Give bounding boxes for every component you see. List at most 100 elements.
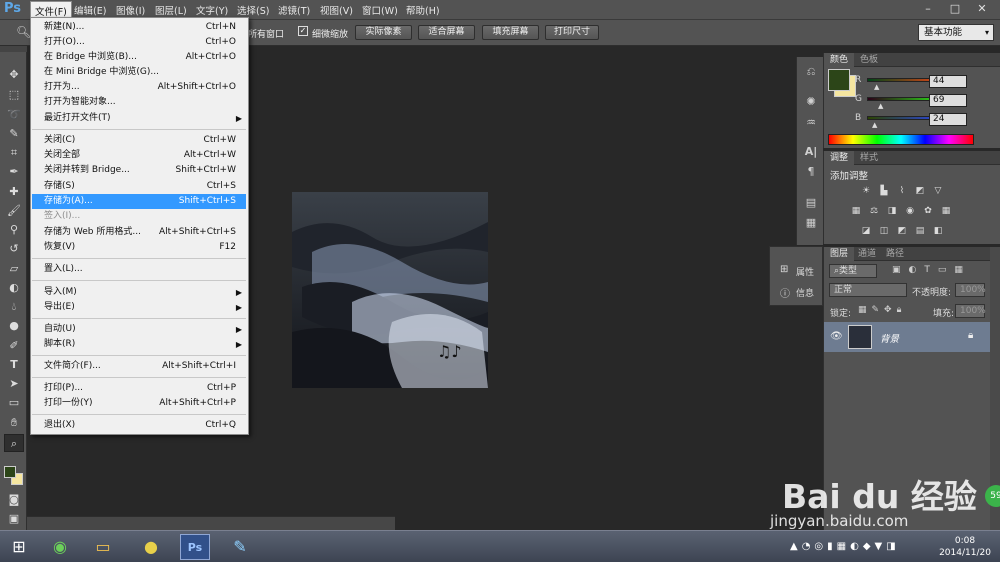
menu-window[interactable]: 窗口(W)	[362, 3, 398, 17]
menu-item-browse-bridge[interactable]: 在 Bridge 中浏览(B)... Alt+Ctrl+O	[32, 50, 246, 65]
visibility-eye-icon[interactable]: 👁︎	[830, 331, 843, 342]
menu-item-browse-mini-bridge[interactable]: 在 Mini Bridge 中浏览(G)...	[32, 65, 246, 80]
clone-stamp-tool-icon[interactable]: ⚲	[4, 221, 24, 239]
move-tool-icon[interactable]: ✥	[4, 66, 24, 84]
fit-screen-button[interactable]: 适合屏幕	[418, 25, 475, 40]
fill-input[interactable]: 100%	[955, 304, 986, 318]
lasso-tool-icon[interactable]: ➰	[4, 106, 24, 124]
menu-item-exit[interactable]: 退出(X) Ctrl+Q	[32, 418, 246, 433]
tab-styles[interactable]: 样式	[854, 151, 884, 165]
crop-tool-icon[interactable]: ⌗	[4, 144, 24, 162]
app-icon[interactable]: ●	[136, 534, 166, 560]
menu-item-open-as[interactable]: 打开为... Alt+Shift+Ctrl+O	[32, 80, 246, 95]
quick-mask-icon[interactable]: ◙	[4, 491, 24, 509]
black-white-icon[interactable]: ◨	[886, 206, 898, 217]
badge-icon[interactable]: 59	[985, 485, 1000, 507]
menu-item-close-all[interactable]: 关闭全部 Alt+Ctrl+W	[32, 148, 246, 163]
menu-filter[interactable]: 滤镜(T)	[278, 3, 310, 17]
notes-icon[interactable]: ▤	[801, 194, 821, 212]
menu-item-automate[interactable]: 自动(U) ▶	[32, 322, 246, 337]
color-spectrum-bar[interactable]	[828, 134, 974, 145]
shape-tool-icon[interactable]: ▭	[4, 394, 24, 412]
menu-item-recent-files[interactable]: 最近打开文件(T) ▶	[32, 111, 246, 126]
marquee-tool-icon[interactable]: ⬚	[4, 86, 24, 104]
healing-brush-tool-icon[interactable]: ✚	[4, 183, 24, 201]
fill-screen-button[interactable]: 填充屏幕	[482, 25, 539, 40]
gradient-map-icon[interactable]: ▤	[914, 226, 926, 237]
photo-filter-icon[interactable]: ◉	[904, 206, 916, 217]
character-icon[interactable]: A|	[801, 143, 821, 161]
menu-layer[interactable]: 图层(L)	[155, 3, 187, 17]
invert-icon[interactable]: ◪	[860, 226, 872, 237]
tab-swatches[interactable]: 色板	[854, 53, 884, 67]
g-value-input[interactable]: 69	[929, 94, 967, 107]
brush-tool-icon[interactable]: 🖌︎	[4, 202, 24, 220]
layer-name[interactable]: 背景	[880, 331, 899, 345]
paint-icon[interactable]: ✎	[225, 534, 255, 560]
menu-item-save[interactable]: 存储(S) Ctrl+S	[32, 179, 246, 194]
tab-adjustments[interactable]: 调整	[824, 151, 855, 165]
menu-image[interactable]: 图像(I)	[116, 3, 145, 17]
clone-source-icon[interactable]: ♒	[801, 114, 821, 132]
r-slider-thumb[interactable]: ▲	[874, 83, 879, 91]
menu-view[interactable]: 视图(V)	[320, 3, 353, 17]
menu-item-export[interactable]: 导出(E) ▶	[32, 300, 246, 315]
hand-tool-icon[interactable]: ✋︎	[4, 414, 24, 432]
menu-item-new[interactable]: 新建(N)... Ctrl+N	[32, 20, 246, 35]
layer-row-background[interactable]: 👁︎ 背景 🔒︎	[824, 322, 990, 352]
file-explorer-icon[interactable]: ▭	[88, 534, 118, 560]
quick-select-tool-icon[interactable]: ✎	[4, 125, 24, 143]
vibrance-icon[interactable]: ▽	[932, 186, 944, 197]
tray-clock[interactable]: 0:08 2014/11/20	[934, 535, 996, 559]
history-brush-tool-icon[interactable]: ↺	[4, 240, 24, 258]
info-label[interactable]: 信息	[796, 286, 814, 299]
pen-tool-icon[interactable]: ✐	[4, 337, 24, 355]
selective-color-icon[interactable]: ◧	[932, 226, 944, 237]
menu-item-import[interactable]: 导入(M) ▶	[32, 285, 246, 300]
tab-layers[interactable]: 图层	[824, 247, 855, 261]
blur-tool-icon[interactable]: 💧︎	[4, 298, 24, 316]
menu-item-open-smart-object[interactable]: 打开为智能对象...	[32, 95, 246, 110]
threshold-icon[interactable]: ◩	[896, 226, 908, 237]
menu-item-save-as[interactable]: 存储为(A)... Shift+Ctrl+S	[32, 194, 246, 209]
layer-filter-icons[interactable]: ▣◐T▭▦	[892, 265, 971, 275]
menu-item-print-one-copy[interactable]: 打印一份(Y) Alt+Shift+Ctrl+P	[32, 396, 246, 411]
tool-presets-icon[interactable]: ▦	[801, 214, 821, 232]
foreground-color-swatch[interactable]	[4, 466, 16, 478]
brush-preset-icon[interactable]: ✺	[801, 93, 821, 111]
b-value-input[interactable]: 24	[929, 113, 967, 126]
history-icon[interactable]: ⎌	[801, 63, 821, 81]
lock-icons[interactable]: ▦✎✥🔒︎	[858, 305, 906, 315]
scrubby-zoom-checkbox[interactable]: ✓	[298, 26, 308, 36]
menu-item-file-info[interactable]: 文件简介(F)... Alt+Shift+Ctrl+I	[32, 359, 246, 374]
eyedropper-tool-icon[interactable]: ✒	[4, 163, 24, 181]
color-balance-icon[interactable]: ⚖	[868, 206, 880, 217]
tab-paths[interactable]: 路径	[880, 247, 910, 261]
system-tray-icons[interactable]: ▲◔◎▮▦◐◆▼◨	[790, 541, 900, 552]
paint-bucket-tool-icon[interactable]: ◐	[4, 279, 24, 297]
paragraph-icon[interactable]: ¶	[801, 163, 821, 181]
minimize-button[interactable]: –	[918, 1, 938, 16]
menu-type[interactable]: 文字(Y)	[196, 3, 228, 17]
menu-item-open[interactable]: 打开(O)... Ctrl+O	[32, 35, 246, 50]
maximize-button[interactable]: □	[945, 1, 965, 16]
posterize-icon[interactable]: ◫	[878, 226, 890, 237]
actual-pixels-button[interactable]: 实际像素	[355, 25, 412, 40]
opacity-input[interactable]: 100%	[955, 283, 986, 297]
g-slider-thumb[interactable]: ▲	[878, 102, 883, 110]
menu-item-place[interactable]: 置入(L)...	[32, 262, 246, 277]
all-windows-label[interactable]: 所有窗口	[248, 27, 284, 40]
properties-icon[interactable]: ⊞	[780, 264, 788, 275]
menu-item-scripts[interactable]: 脚本(R) ▶	[32, 337, 246, 352]
screen-mode-icon[interactable]: ▣	[4, 510, 24, 528]
foreground-color-box[interactable]	[828, 69, 850, 91]
info-icon[interactable]: ⓘ	[780, 285, 790, 300]
dodge-tool-icon[interactable]: ●	[4, 317, 24, 335]
menu-item-revert[interactable]: 恢复(V) F12	[32, 240, 246, 255]
menu-item-close[interactable]: 关闭(C) Ctrl+W	[32, 133, 246, 148]
menu-help[interactable]: 帮助(H)	[406, 3, 440, 17]
path-select-tool-icon[interactable]: ➤	[4, 375, 24, 393]
menu-item-close-go-bridge[interactable]: 关闭并转到 Bridge... Shift+Ctrl+W	[32, 163, 246, 178]
properties-label[interactable]: 属性	[796, 265, 814, 278]
browser-icon[interactable]: ◉	[45, 534, 75, 560]
